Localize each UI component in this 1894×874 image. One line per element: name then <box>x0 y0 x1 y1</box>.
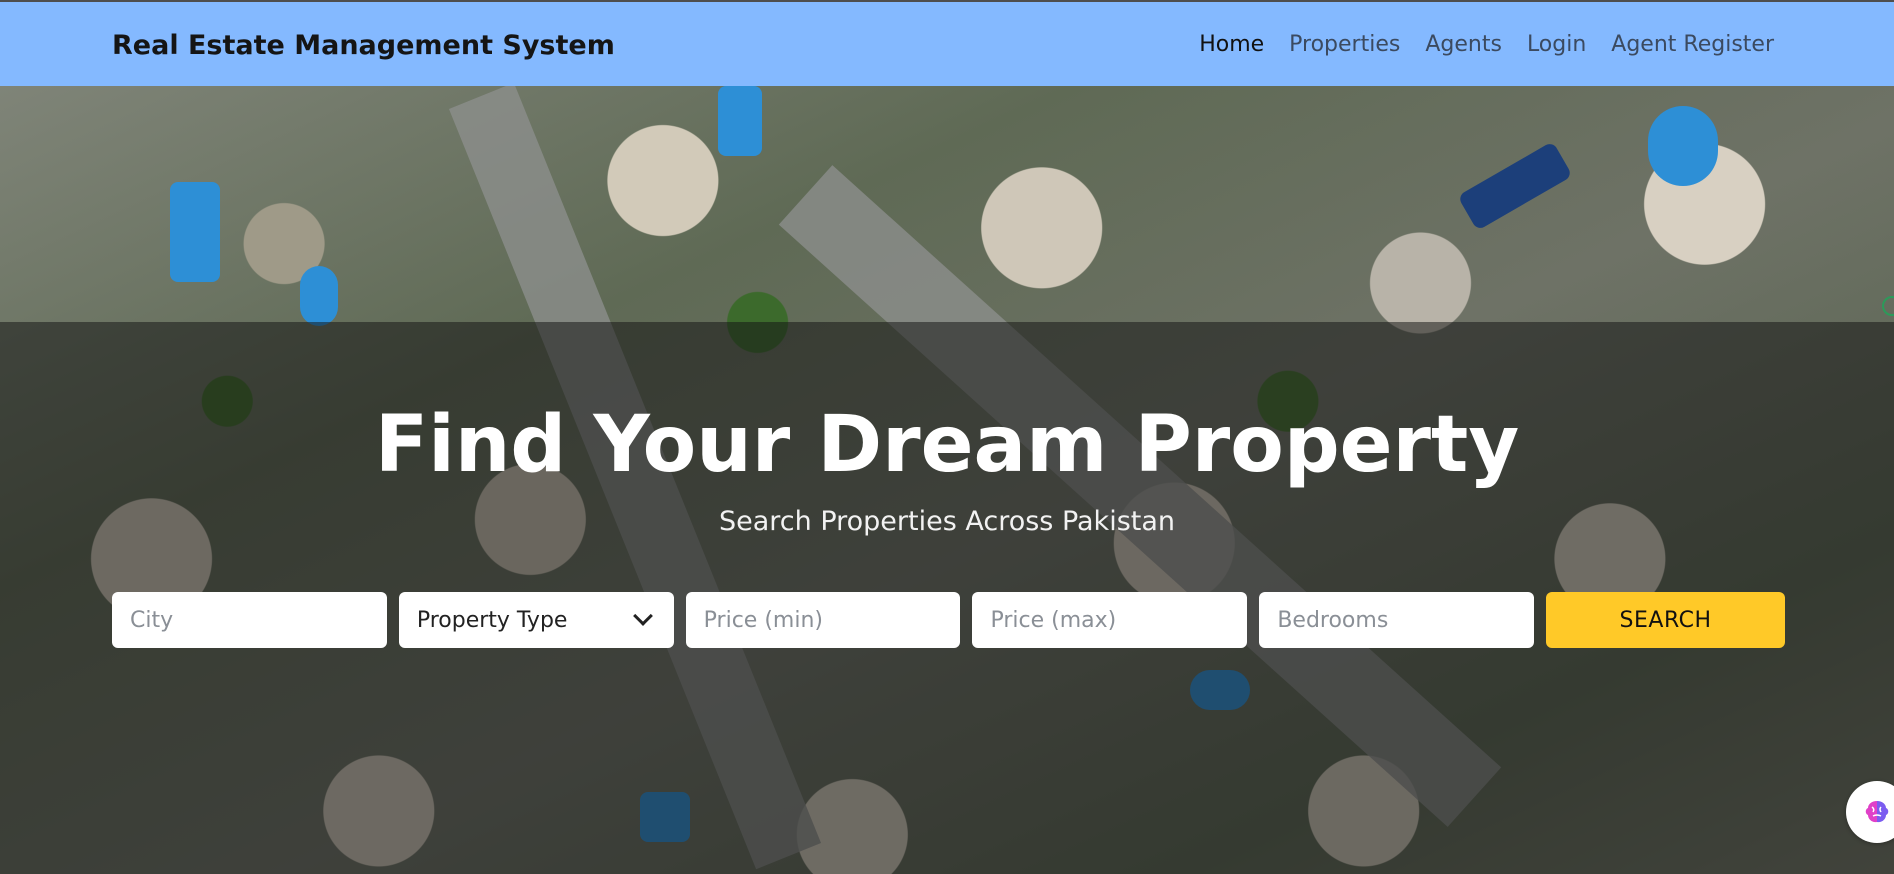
pool-decoration <box>300 266 338 326</box>
chevron-down-icon <box>632 606 653 626</box>
pool-decoration <box>170 182 220 282</box>
hero-section: Find Your Dream Property Search Properti… <box>0 86 1894 874</box>
property-type-select[interactable]: Property Type <box>398 592 674 648</box>
price-max-field[interactable] <box>972 592 1248 648</box>
property-search-form: Property Type SEARCH <box>112 592 1785 648</box>
bedrooms-input[interactable] <box>1277 592 1517 648</box>
nav-link-agent-register[interactable]: Agent Register <box>1611 32 1774 57</box>
nav-link-agents[interactable]: Agents <box>1425 32 1502 57</box>
pool-decoration <box>1457 141 1573 231</box>
nav-link-properties[interactable]: Properties <box>1289 32 1400 57</box>
search-button[interactable]: SEARCH <box>1546 592 1785 648</box>
brain-icon <box>1865 801 1889 823</box>
hero-subtitle: Search Properties Across Pakistan <box>718 506 1176 537</box>
city-field[interactable] <box>112 592 387 648</box>
navbar: Real Estate Management System Home Prope… <box>0 2 1894 86</box>
nav-links: Home Properties Agents Login Agent Regis… <box>1199 32 1774 57</box>
nav-link-login[interactable]: Login <box>1527 32 1586 57</box>
property-type-value: Property Type <box>416 607 568 633</box>
pool-decoration <box>1648 106 1718 186</box>
hero-title: Find Your Dream Property <box>374 400 1520 490</box>
pool-decoration <box>718 86 762 156</box>
bedrooms-field[interactable] <box>1259 592 1535 648</box>
city-input[interactable] <box>130 592 369 648</box>
nav-link-home[interactable]: Home <box>1199 32 1264 57</box>
price-min-field[interactable] <box>685 592 961 648</box>
price-max-input[interactable] <box>990 592 1230 648</box>
brand-title[interactable]: Real Estate Management System <box>112 30 615 61</box>
price-min-input[interactable] <box>703 592 943 648</box>
